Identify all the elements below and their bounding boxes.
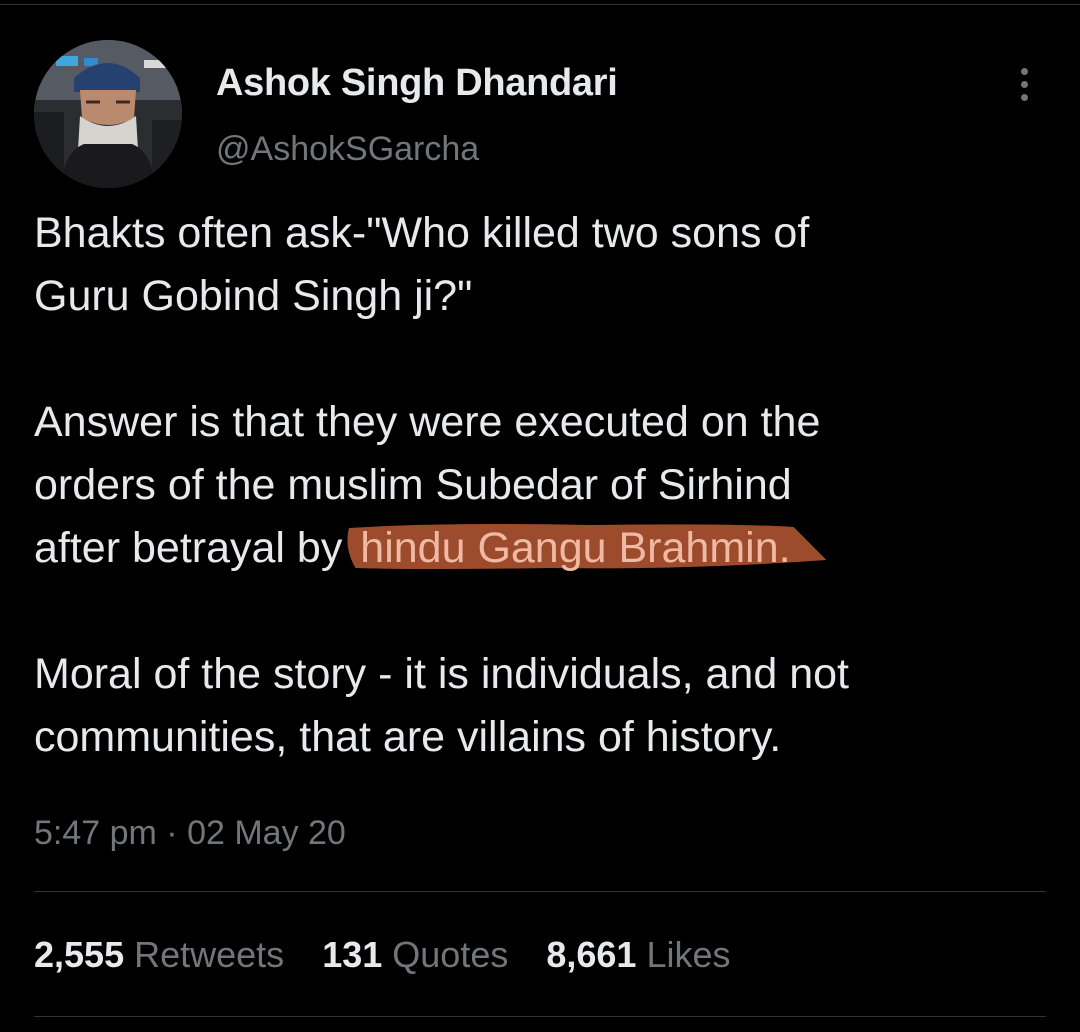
quotes-stat[interactable]: 131 Quotes — [322, 934, 508, 976]
more-vertical-icon-dot — [1020, 80, 1028, 88]
author-handle[interactable]: @AshokSGarcha — [216, 130, 479, 169]
more-vertical-icon — [1020, 67, 1028, 75]
tweet-line: Guru Gobind Singh ji?" — [34, 272, 473, 320]
author-name[interactable]: Ashok Singh Dhandari — [216, 62, 618, 105]
more-vertical-icon-dot — [1020, 93, 1028, 101]
retweets-label: Retweets — [134, 934, 285, 975]
tweet-line: after betrayal by hindu Gangu Brahmin. — [34, 517, 1064, 580]
top-divider — [0, 4, 1080, 5]
tweet-line: Answer is that they were executed on the — [34, 398, 821, 446]
retweets-count: 2,555 — [34, 934, 125, 975]
quotes-label: Quotes — [392, 934, 509, 975]
retweets-stat[interactable]: 2,555 Retweets — [34, 934, 284, 976]
tweet-line-prefix: after betrayal by — [34, 524, 355, 572]
likes-stat[interactable]: 8,661 Likes — [546, 934, 730, 976]
likes-count: 8,661 — [546, 934, 637, 975]
tweet-timestamp[interactable]: 5:47 pm · 02 May 20 — [34, 814, 346, 853]
tweet-line: orders of the muslim Subedar of Sirhind — [34, 461, 792, 509]
bottom-divider — [34, 1016, 1046, 1017]
engagement-stats: 2,555 Retweets 131 Quotes 8,661 Likes — [34, 934, 731, 976]
tweet-line: Moral of the story - it is individuals, … — [34, 650, 849, 698]
likes-label: Likes — [646, 934, 731, 975]
divider — [34, 891, 1046, 892]
tweet-line: communities, that are villains of histor… — [34, 713, 782, 761]
highlighted-phrase: hindu Gangu Brahmin. — [347, 524, 827, 572]
more-options-button[interactable] — [1004, 62, 1044, 106]
tweet-line: Bhakts often ask-"Who killed two sons of — [34, 209, 810, 257]
avatar[interactable] — [34, 40, 182, 188]
tweet-text: Bhakts often ask-"Who killed two sons of… — [34, 202, 1064, 769]
quotes-count: 131 — [322, 934, 383, 975]
highlighted-text: hindu Gangu Brahmin. — [360, 524, 791, 572]
avatar-photo — [34, 40, 182, 188]
